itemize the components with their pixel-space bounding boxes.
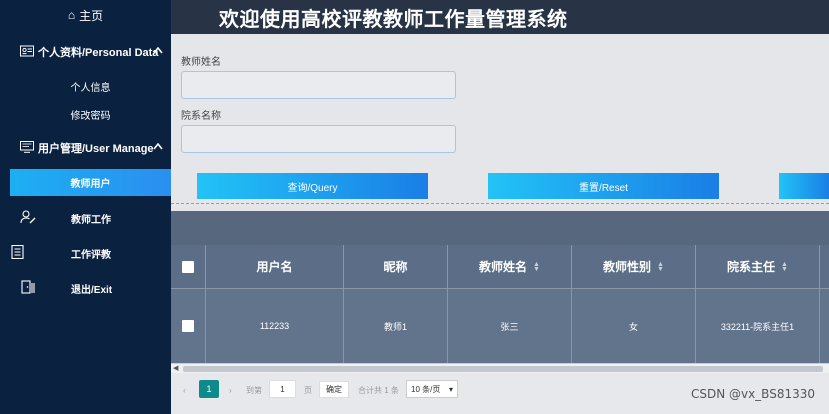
table-cell: 张三 xyxy=(448,289,572,363)
sidebar-item-personal-info[interactable]: 个人信息 xyxy=(0,73,171,99)
sidebar-item-label: 修改密码 xyxy=(70,110,111,122)
prev-page-icon[interactable]: ‹ xyxy=(183,381,186,399)
sort-icon[interactable]: ▲ ▼ xyxy=(657,261,664,273)
sidebar-item-exit[interactable]: 退出/Exit xyxy=(0,272,171,302)
page-unit-label: 页 xyxy=(304,385,312,395)
column-header[interactable]: 教师姓名 ▲ ▼ xyxy=(448,245,572,288)
column-header-label: 教师性别 xyxy=(603,260,652,274)
page-size-select[interactable]: 10 条/页 ▾ xyxy=(406,380,458,398)
sidebar-item-label: 教师用户 xyxy=(70,179,111,190)
table-cell: 教师1 xyxy=(344,289,448,363)
dept-name-input[interactable] xyxy=(181,125,456,153)
chevron-down-icon: ▾ xyxy=(448,385,453,394)
column-header[interactable]: 昵称 xyxy=(344,245,448,288)
goto-page-input[interactable]: 1 xyxy=(269,380,296,398)
sidebar: ⌂ 主页 个人资料/Personal Data 个人信息 修改密码 用户管理/U… xyxy=(0,0,171,414)
table-toolbar xyxy=(171,211,829,245)
dept-name-label: 院系名称 xyxy=(181,111,221,122)
table-header: 用户名 昵称 教师姓名 ▲ ▼ 教师性别 ▲ ▼ 院系主任 ▲ ▼ xyxy=(171,245,829,288)
column-header-label: 用户名 xyxy=(256,260,293,274)
total-count: 合计共 1 条 xyxy=(358,385,399,395)
sidebar-item-label: 主页 xyxy=(79,8,104,23)
top-header: 欢迎使用高校评教教师工作量管理系统 xyxy=(171,0,829,34)
watermark: CSDN @vx_BS81330 xyxy=(690,387,815,401)
row-checkbox[interactable] xyxy=(182,320,194,332)
table-cell: 女 xyxy=(572,289,696,363)
select-all-cell xyxy=(171,245,206,288)
page-title: 欢迎使用高校评教教师工作量管理系统 xyxy=(219,7,568,31)
sidebar-item-label: 工作评教 xyxy=(71,250,111,261)
scroll-thumb[interactable] xyxy=(183,366,823,372)
sort-icon[interactable]: ▲ ▼ xyxy=(781,261,788,273)
row-select-cell xyxy=(171,289,206,363)
select-all-checkbox[interactable] xyxy=(182,260,194,273)
next-page-icon[interactable]: › xyxy=(229,381,232,399)
sidebar-item-teacher-users[interactable]: 教师用户 xyxy=(10,169,171,196)
third-button-partial[interactable] xyxy=(779,173,829,199)
chevron-up-icon xyxy=(153,46,163,54)
table-row[interactable]: 112233 教师1 张三 女 332211-院系主任1 xyxy=(171,288,829,363)
column-header[interactable]: 教师性别 ▲ ▼ xyxy=(572,245,696,288)
current-page[interactable]: 1 xyxy=(199,380,219,398)
sidebar-group-label: 个人资料/Personal Data xyxy=(38,47,159,59)
table-cell: 332211-院系主任1 xyxy=(696,289,820,363)
sidebar-item-label: 退出/Exit xyxy=(71,285,113,296)
sidebar-item-change-password[interactable]: 修改密码 xyxy=(0,101,171,127)
page-size-value: 10 条/页 xyxy=(411,384,441,394)
column-header[interactable]: 用户名 xyxy=(206,245,344,288)
sidebar-item-label: 教师工作 xyxy=(71,215,111,226)
sort-icon[interactable]: ▲ ▼ xyxy=(533,261,540,273)
column-header-label: 院系主任 xyxy=(727,260,776,274)
monitor-icon xyxy=(20,141,34,153)
table-cell: 112233 xyxy=(206,289,344,363)
teacher-name-label: 教师姓名 xyxy=(181,57,221,68)
sidebar-group-user-manage[interactable]: 用户管理/User Manage xyxy=(0,130,171,166)
divider xyxy=(171,203,829,204)
column-header-label: 教师姓名 xyxy=(479,260,528,274)
goto-confirm-button[interactable]: 确定 xyxy=(319,381,349,398)
document-icon xyxy=(11,245,24,259)
sidebar-item-teacher-work[interactable]: 教师工作 xyxy=(0,202,171,232)
column-header[interactable]: 院系主任 ▲ ▼ xyxy=(696,245,820,288)
sidebar-item-label: 个人信息 xyxy=(70,82,111,94)
reset-button[interactable]: 重置/Reset xyxy=(488,173,719,199)
column-header-label: 昵称 xyxy=(383,260,408,274)
id-card-icon xyxy=(20,45,34,57)
query-button[interactable]: 查询/Query xyxy=(197,173,428,199)
home-icon: ⌂ xyxy=(67,8,76,22)
exit-icon xyxy=(21,280,35,294)
goto-label: 到第 xyxy=(246,385,262,395)
scroll-left-icon[interactable]: ◀ xyxy=(173,364,178,372)
sidebar-item-work-evaluation[interactable]: 工作评教 xyxy=(0,237,171,267)
sidebar-group-personal-data[interactable]: 个人资料/Personal Data xyxy=(0,34,171,70)
sidebar-item-home[interactable]: ⌂ 主页 xyxy=(0,0,171,30)
horizontal-scrollbar[interactable]: ◀ xyxy=(171,363,829,373)
user-edit-icon xyxy=(20,210,36,224)
chevron-up-icon xyxy=(153,142,163,150)
sidebar-group-label: 用户管理/User Manage xyxy=(38,143,154,155)
teacher-name-input[interactable] xyxy=(181,71,456,99)
